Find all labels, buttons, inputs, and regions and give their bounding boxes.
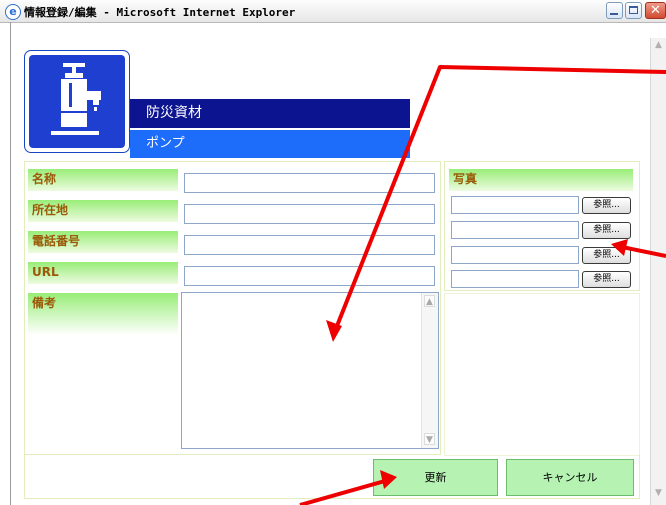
scroll-down-icon[interactable]: ▼ xyxy=(653,488,664,499)
window-title: 情報登録/編集 - Microsoft Internet Explorer xyxy=(24,6,296,19)
photo-header: 写真 xyxy=(449,169,633,191)
label-notes: 備考 xyxy=(28,293,178,335)
photo-file-input-1[interactable] xyxy=(451,196,579,214)
address-field[interactable] xyxy=(184,204,435,224)
notes-scroll-down-icon[interactable]: ▼ xyxy=(424,433,435,445)
label-name: 名称 xyxy=(28,169,178,191)
notes-textarea[interactable]: ▲ ▼ xyxy=(181,292,439,449)
faucet-icon xyxy=(51,63,101,135)
ie-icon: e xyxy=(5,4,21,20)
name-field[interactable] xyxy=(184,173,435,193)
photo-browse-button-3[interactable]: 参照... xyxy=(582,247,631,264)
photo-file-input-3[interactable] xyxy=(451,246,579,264)
close-icon: ✕ xyxy=(650,3,661,18)
photo-preview-area xyxy=(444,293,640,456)
update-button[interactable]: 更新 xyxy=(373,459,498,496)
window-titlebar: e 情報登録/編集 - Microsoft Internet Explorer … xyxy=(0,0,666,23)
photo-file-input-2[interactable] xyxy=(451,221,579,239)
cancel-button[interactable]: キャンセル xyxy=(506,459,634,496)
photo-browse-button-1[interactable]: 参照... xyxy=(582,197,631,214)
category-title: 防災資材 xyxy=(130,99,410,128)
label-column: 名称 所在地 電話番号 URL 備考 xyxy=(28,169,178,453)
category-subtitle: ポンプ xyxy=(130,130,410,158)
phone-field[interactable] xyxy=(184,235,435,255)
label-url: URL xyxy=(28,262,178,284)
label-address: 所在地 xyxy=(28,200,178,222)
notes-scrollbar[interactable]: ▲ ▼ xyxy=(421,293,438,448)
photo-browse-button-2[interactable]: 参照... xyxy=(582,222,631,239)
window-border xyxy=(10,22,11,505)
maximize-icon xyxy=(629,6,638,14)
notes-scroll-up-icon[interactable]: ▲ xyxy=(424,295,435,307)
photo-file-input-4[interactable] xyxy=(451,270,579,288)
close-button[interactable]: ✕ xyxy=(645,2,666,19)
minimize-button[interactable] xyxy=(606,2,623,19)
scroll-up-icon[interactable]: ▲ xyxy=(653,40,664,51)
label-phone: 電話番号 xyxy=(28,231,178,253)
page-scrollbar[interactable]: ▲ ▼ xyxy=(650,38,666,505)
photo-browse-button-4[interactable]: 参照... xyxy=(582,271,631,288)
maximize-button[interactable] xyxy=(625,2,642,19)
url-field[interactable] xyxy=(184,266,435,286)
minimize-icon xyxy=(610,13,618,15)
category-logo xyxy=(24,50,130,153)
category-logo-background xyxy=(29,55,125,148)
